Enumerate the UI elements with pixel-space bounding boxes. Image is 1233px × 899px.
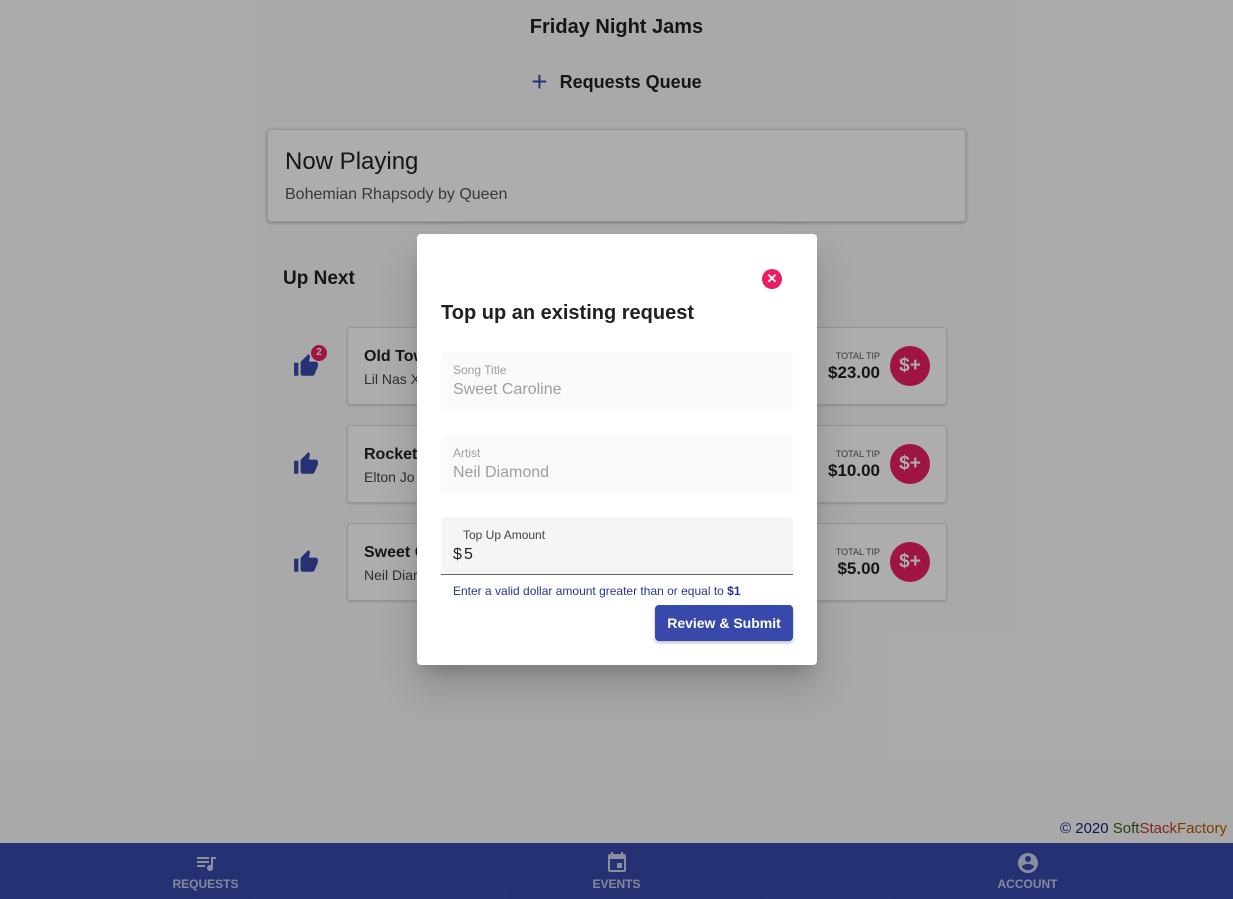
artist-value: Neil Diamond [453, 464, 550, 481]
amount-hint-min: $1 [727, 584, 741, 598]
amount-hint-text: Enter a valid dollar amount greater than… [453, 584, 728, 598]
dialog-title: Top up an existing request [441, 302, 694, 324]
song-title-value: Sweet Caroline [453, 381, 562, 398]
top-up-amount-value[interactable]: 5 [464, 546, 473, 564]
currency-prefix: $ [453, 546, 462, 563]
amount-hint: Enter a valid dollar amount greater than… [453, 584, 741, 598]
artist-label: Artist [453, 446, 481, 460]
song-title-field: Song Title Sweet Caroline [441, 352, 793, 410]
close-icon[interactable]: ✕ [762, 269, 782, 289]
artist-field: Artist Neil Diamond [441, 435, 793, 493]
song-title-label: Song Title [453, 363, 507, 377]
top-up-amount-input[interactable]: Top Up Amount $ 5 [441, 517, 793, 575]
review-submit-button[interactable]: Review & Submit [655, 605, 793, 641]
top-up-dialog: ✕ Top up an existing request Song Title … [417, 234, 817, 665]
top-up-amount-label: Top Up Amount [463, 528, 546, 542]
